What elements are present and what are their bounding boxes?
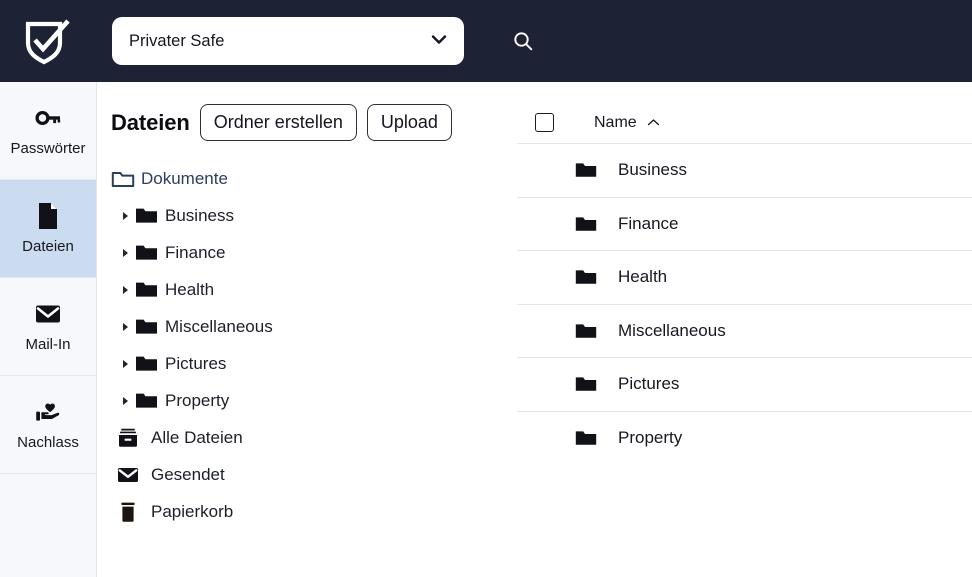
tree-item-dokumente[interactable]: Dokumente	[97, 160, 517, 197]
app-body: Passwörter Dateien Mail-In Nachlass Date…	[0, 82, 972, 577]
folder-icon	[135, 280, 165, 299]
column-header-label: Name	[594, 113, 637, 131]
table-row[interactable]: Miscellaneous	[517, 305, 972, 358]
safe-selector-dropdown[interactable]: Privater Safe	[112, 17, 464, 65]
app-header: Privater Safe	[0, 0, 972, 82]
column-header-name[interactable]: Name	[594, 114, 660, 132]
select-all-checkbox[interactable]	[535, 113, 554, 132]
tree-item-label: Pictures	[165, 353, 227, 373]
tree-item-label: Health	[165, 279, 215, 299]
sidebar-item-dateien[interactable]: Dateien	[0, 180, 96, 278]
table-cell-name: Finance	[618, 213, 679, 233]
folder-icon	[575, 268, 597, 286]
table-row[interactable]: Health	[517, 251, 972, 305]
folder-icon	[135, 391, 165, 410]
folder-icon	[575, 161, 597, 179]
folder-tree: Dokumente Business Finance Health Miscel…	[97, 160, 517, 530]
tree-item-label: Property	[165, 390, 230, 410]
caret-right-icon[interactable]	[115, 396, 135, 406]
search-icon[interactable]	[506, 24, 540, 58]
tree-item-papierkorb[interactable]: Papierkorb	[97, 493, 517, 530]
tree-item-label: Finance	[165, 242, 226, 262]
files-tree-panel: Dateien Ordner erstellen Upload Dokument…	[97, 82, 517, 577]
caret-right-icon[interactable]	[115, 322, 135, 332]
table-row[interactable]: Pictures	[517, 358, 972, 412]
create-folder-button[interactable]: Ordner erstellen	[199, 104, 357, 141]
folder-icon	[575, 375, 597, 393]
tree-item-label: Alle Dateien	[151, 427, 243, 447]
tree-item-label: Papierkorb	[151, 501, 234, 521]
tree-item-miscellaneous[interactable]: Miscellaneous	[97, 308, 517, 345]
tree-item-gesendet[interactable]: Gesendet	[97, 456, 517, 493]
tree-item-label: Gesendet	[151, 464, 225, 484]
page-title: Dateien	[111, 109, 190, 135]
caret-right-icon[interactable]	[115, 359, 135, 369]
caret-right-icon[interactable]	[115, 285, 135, 295]
folder-icon	[135, 243, 165, 262]
sidebar-item-label: Mail-In	[25, 335, 71, 353]
files-table-panel: Name Business Finance Health Miscellaneo…	[517, 82, 972, 577]
sidebar-item-label: Nachlass	[17, 433, 79, 451]
safe-selector-value: Privater Safe	[129, 31, 225, 50]
table-header-row: Name	[517, 102, 972, 144]
table-row[interactable]: Property	[517, 412, 972, 466]
folder-icon	[575, 429, 597, 447]
folder-icon	[135, 317, 165, 336]
tree-item-property[interactable]: Property	[97, 382, 517, 419]
table-cell-name: Property	[618, 428, 683, 448]
sidebar-item-passwoerter[interactable]: Passwörter	[0, 82, 96, 180]
tree-item-label: Miscellaneous	[165, 316, 273, 336]
table-cell-name: Business	[618, 160, 687, 180]
tree-item-label: Business	[165, 205, 234, 225]
tree-item-alle-dateien[interactable]: Alle Dateien	[97, 419, 517, 456]
caret-right-icon[interactable]	[115, 248, 135, 258]
sidebar-item-mail-in[interactable]: Mail-In	[0, 278, 96, 376]
sidebar: Passwörter Dateien Mail-In Nachlass	[0, 82, 97, 577]
caret-right-icon[interactable]	[115, 211, 135, 221]
tree-item-pictures[interactable]: Pictures	[97, 345, 517, 382]
upload-button[interactable]: Upload	[366, 104, 452, 141]
table-cell-name: Miscellaneous	[618, 320, 726, 340]
key-icon	[33, 103, 63, 133]
shield-check-logo[interactable]	[16, 13, 72, 69]
folder-icon	[135, 206, 165, 225]
table-row[interactable]: Finance	[517, 198, 972, 251]
envelope-icon	[33, 299, 63, 329]
sidebar-item-label: Dateien	[22, 237, 74, 255]
caret-up-icon	[647, 114, 660, 132]
hand-heart-icon	[33, 397, 63, 427]
tree-item-label: Dokumente	[141, 168, 228, 188]
folder-icon	[575, 215, 597, 233]
sidebar-item-nachlass[interactable]: Nachlass	[0, 376, 96, 474]
file-icon	[35, 201, 61, 231]
sidebar-item-label: Passwörter	[10, 139, 86, 157]
envelope-icon	[111, 465, 145, 485]
trash-icon	[111, 501, 145, 523]
folder-icon	[575, 322, 597, 340]
tree-item-health[interactable]: Health	[97, 271, 517, 308]
table-row[interactable]: Business	[517, 144, 972, 198]
tree-item-business[interactable]: Business	[97, 197, 517, 234]
chevron-down-icon	[428, 28, 450, 55]
archive-icon	[111, 427, 145, 449]
table-cell-name: Health	[618, 267, 668, 287]
files-panel-header: Dateien Ordner erstellen Upload	[97, 104, 517, 141]
tree-item-finance[interactable]: Finance	[97, 234, 517, 271]
table-cell-name: Pictures	[618, 374, 680, 394]
folder-icon	[135, 354, 165, 373]
folder-outline-icon	[111, 169, 141, 189]
